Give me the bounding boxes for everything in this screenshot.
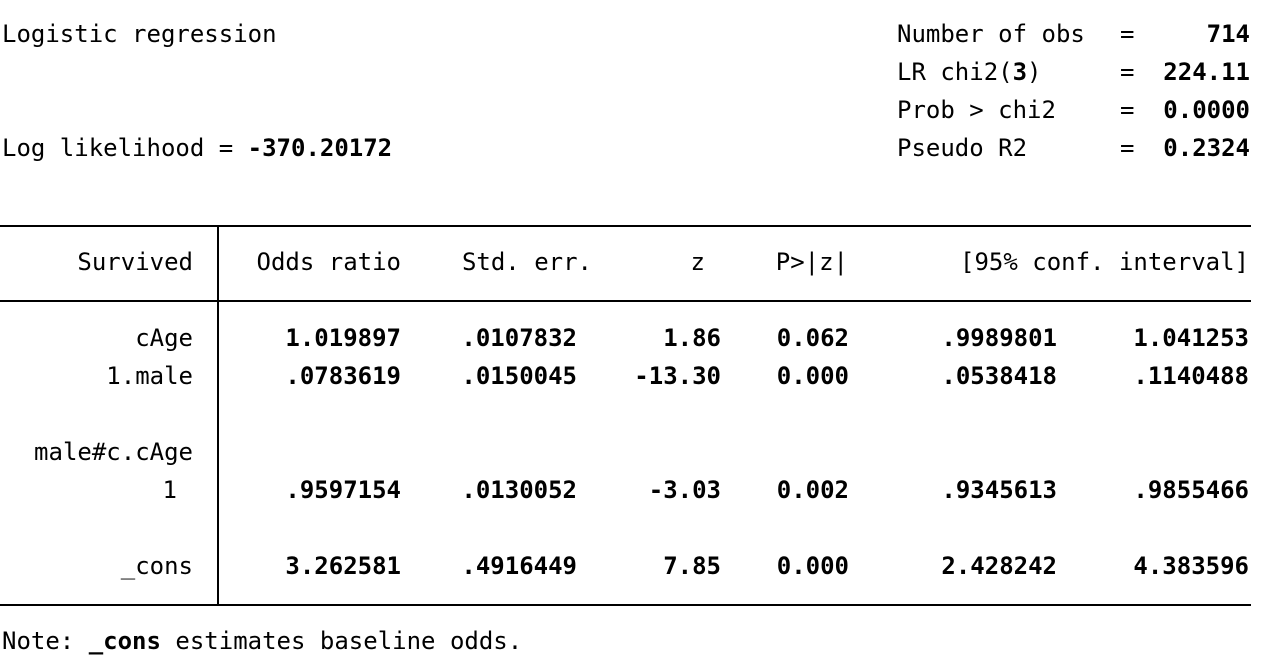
note-prefix: Note: [2,627,89,655]
ci-lower-value: .0538418 [941,362,1057,390]
odds-ratio-value: .0783619 [285,362,401,390]
col-z: z [690,248,705,276]
table-column-divider [217,226,219,606]
std-err-value: .4916449 [461,552,577,580]
note-suffix: estimates baseline odds. [160,627,523,655]
table-bottom-rule [0,604,1251,606]
odds-ratio-value: 3.262581 [285,552,401,580]
stat-lrchi2-eq: = [1120,58,1135,86]
p-value: 0.000 [776,362,849,390]
stat-nobs-value: 714 [1206,20,1250,48]
odds-ratio-value: .9597154 [285,476,401,504]
log-likelihood: Log likelihood = -370.20172 [2,133,392,163]
footer-note: Note: _cons estimates baseline odds. [2,626,522,656]
std-err-value: .0130052 [461,476,577,504]
col-depvar: Survived [77,248,193,276]
ci-lower-value: 2.428242 [941,552,1057,580]
col-odds-ratio: Odds ratio [256,248,402,276]
z-value: 7.85 [663,552,721,580]
odds-ratio-value: 1.019897 [285,324,401,352]
ci-upper-value: 4.383596 [1133,552,1249,580]
row-label: _cons [120,552,193,580]
model-title: Logistic regression [2,20,277,48]
std-err-value: .0150045 [461,362,577,390]
table-header-rule [0,300,1251,302]
std-err-value: .0107832 [461,324,577,352]
ci-lower-value: .9989801 [941,324,1057,352]
z-value: -3.03 [648,476,721,504]
p-value: 0.002 [776,476,849,504]
stat-nobs-eq: = [1120,20,1135,48]
row-group-label: male#c.cAge [34,438,193,466]
row-label: 1 [162,476,177,504]
stat-prob-eq: = [1120,96,1135,124]
note-term: _cons [88,627,161,655]
z-value: -13.30 [634,362,721,390]
col-p-value: P>|z| [775,248,848,276]
col-std-err: Std. err. [461,248,592,276]
table-top-rule [0,225,1251,227]
log-likelihood-value: -370.20172 [247,134,393,162]
stat-lrchi2-label: LR chi2(3) [897,58,1042,86]
p-value: 0.062 [776,324,849,352]
z-value: 1.86 [663,324,721,352]
ci-upper-value: 1.041253 [1133,324,1249,352]
row-label: cAge [135,324,193,352]
stat-pseudor2-eq: = [1120,134,1135,162]
stat-prob-label: Prob > chi2 [897,96,1056,124]
ci-lower-value: .9345613 [941,476,1057,504]
stat-pseudor2-label: Pseudo R2 [897,134,1028,162]
p-value: 0.000 [776,552,849,580]
row-label: 1.male [106,362,193,390]
stat-lrchi2-value: 224.11 [1163,58,1250,86]
ci-upper-value: .1140488 [1133,362,1249,390]
col-conf-interval: [95% conf. interval] [960,248,1249,276]
stat-nobs-label: Number of obs [897,20,1085,48]
stat-prob-value: 0.0000 [1163,96,1250,124]
log-likelihood-label: Log likelihood = [2,134,248,162]
stat-pseudor2-value: 0.2324 [1163,134,1250,162]
ci-upper-value: .9855466 [1133,476,1249,504]
